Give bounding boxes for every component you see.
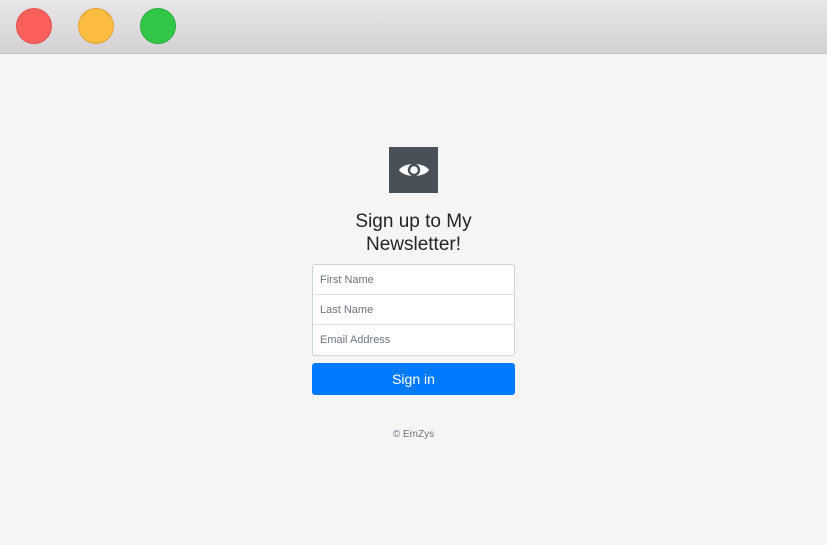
minimize-window-button[interactable] bbox=[78, 8, 114, 44]
newsletter-signup-form: Sign up to My Newsletter! Sign in © EmZy… bbox=[312, 147, 515, 440]
email-field[interactable] bbox=[313, 325, 514, 355]
page-title: Sign up to My Newsletter! bbox=[355, 211, 472, 255]
zoom-window-button[interactable] bbox=[140, 8, 176, 44]
page-content: Sign up to My Newsletter! Sign in © EmZy… bbox=[0, 55, 827, 545]
window-titlebar bbox=[0, 0, 827, 54]
sign-in-button[interactable]: Sign in bbox=[312, 363, 515, 395]
eye-icon bbox=[398, 163, 429, 177]
last-name-field[interactable] bbox=[313, 295, 514, 325]
first-name-field[interactable] bbox=[313, 265, 514, 295]
copyright-text: © EmZys bbox=[392, 429, 435, 440]
input-group bbox=[312, 264, 515, 356]
logo bbox=[389, 147, 438, 193]
close-window-button[interactable] bbox=[16, 8, 52, 44]
